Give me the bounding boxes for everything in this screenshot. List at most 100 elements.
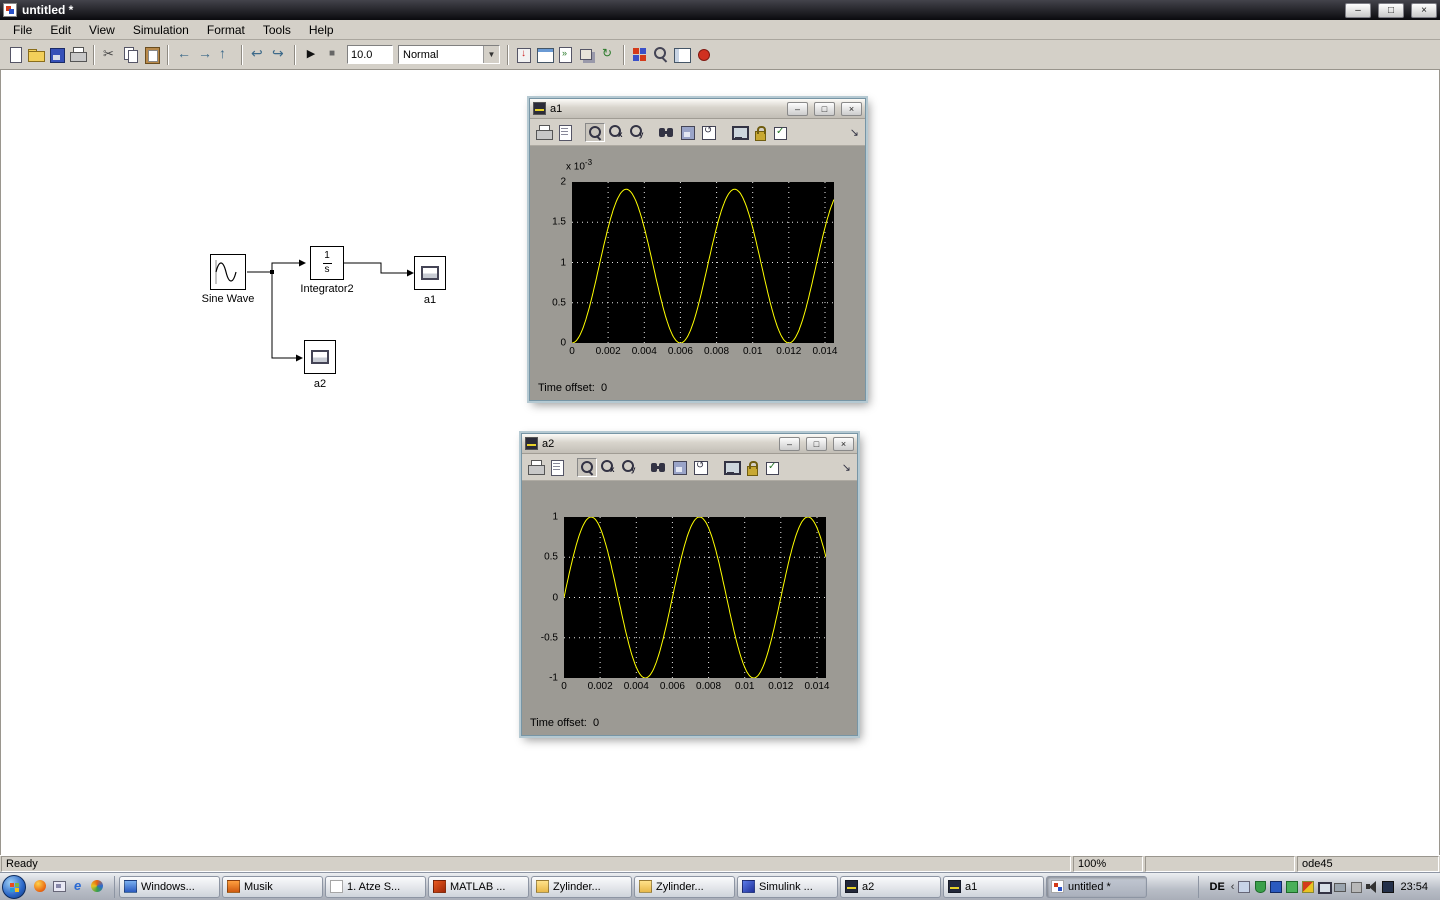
menu-edit[interactable]: Edit xyxy=(41,21,80,39)
dock-scope-icon[interactable]: ↘ xyxy=(842,461,853,474)
debug-model-icon[interactable] xyxy=(693,45,713,64)
minimize-button[interactable]: – xyxy=(787,102,808,116)
taskbar-button-musik[interactable]: Musik xyxy=(222,876,323,898)
taskbar-button-zylinder[interactable]: Zylinder... xyxy=(531,876,632,898)
save-icon[interactable] xyxy=(47,45,67,64)
start-button[interactable] xyxy=(2,875,26,899)
maximize-button[interactable]: □ xyxy=(1378,3,1404,18)
copy-icon[interactable] xyxy=(121,45,141,64)
print-icon[interactable] xyxy=(526,458,546,477)
menu-format[interactable]: Format xyxy=(198,21,254,39)
generate-code-icon[interactable] xyxy=(556,45,576,64)
parameters-icon[interactable] xyxy=(555,123,575,142)
eject-icon[interactable] xyxy=(1349,880,1362,893)
print-icon[interactable] xyxy=(68,45,88,64)
tray-chevron-icon[interactable]: ‹ xyxy=(1231,881,1235,893)
menu-view[interactable]: View xyxy=(80,21,124,39)
chevron-down-icon[interactable]: ▼ xyxy=(483,46,499,63)
scope-window-a2[interactable]: a2 – □ × ↘ -1-0.500.51 00.0020.0040.0060… xyxy=(521,433,858,736)
firefox-icon[interactable] xyxy=(32,878,49,895)
up-icon[interactable] xyxy=(216,45,236,64)
block-scope-a2[interactable] xyxy=(304,340,336,374)
language-indicator[interactable]: DE xyxy=(1207,881,1228,893)
taskbar-button-1-atze-s[interactable]: 1. Atze S... xyxy=(325,876,426,898)
battery-icon[interactable] xyxy=(1333,880,1346,893)
block-scope-a1[interactable] xyxy=(414,256,446,290)
signal-select-icon[interactable] xyxy=(771,123,791,142)
scope-window-a1[interactable]: a1 – □ × ↘ x 10-3 00.511.52 00.0020.0040… xyxy=(529,98,866,401)
paste-icon[interactable] xyxy=(142,45,162,64)
close-button[interactable]: × xyxy=(1411,3,1437,18)
simulation-mode-select[interactable]: Normal ▼ xyxy=(398,45,500,64)
lock-icon[interactable] xyxy=(750,123,770,142)
show-desktop-icon[interactable] xyxy=(51,878,68,895)
zoom-y-icon[interactable] xyxy=(619,458,639,477)
scope-titlebar[interactable]: a1 – □ × xyxy=(530,99,865,119)
sync-icon[interactable] xyxy=(1285,880,1298,893)
undo-icon[interactable] xyxy=(248,45,268,64)
floating-icon[interactable] xyxy=(729,123,749,142)
simulation-stop-time-input[interactable] xyxy=(347,45,393,64)
close-button[interactable]: × xyxy=(841,102,862,116)
menu-help[interactable]: Help xyxy=(300,21,343,39)
save-axes-icon[interactable] xyxy=(678,123,698,142)
zoom-x-icon[interactable] xyxy=(606,123,626,142)
new-icon[interactable] xyxy=(5,45,25,64)
floating-icon[interactable] xyxy=(721,458,741,477)
main-titlebar[interactable]: untitled * – □ × xyxy=(0,0,1440,20)
taskbar-button-a1[interactable]: a1 xyxy=(943,876,1044,898)
library-stack-icon[interactable] xyxy=(577,45,597,64)
maximize-button[interactable]: □ xyxy=(806,437,827,451)
minimize-button[interactable]: – xyxy=(1345,3,1371,18)
menu-file[interactable]: File xyxy=(4,21,41,39)
taskbar-button-simulink[interactable]: Simulink ... xyxy=(737,876,838,898)
clock[interactable]: 23:54 xyxy=(1397,881,1434,893)
redo-icon[interactable] xyxy=(269,45,289,64)
cut-icon[interactable] xyxy=(100,45,120,64)
scope-plot-area[interactable] xyxy=(572,182,834,343)
taskbar-button-a2[interactable]: a2 xyxy=(840,876,941,898)
shield-icon[interactable] xyxy=(1253,880,1266,893)
menu-tools[interactable]: Tools xyxy=(254,21,300,39)
model-canvas[interactable]: Sine Wave 1 s Integrator2 a1 a2 a1 xyxy=(0,70,1440,855)
zoom-x-icon[interactable] xyxy=(598,458,618,477)
parameters-icon[interactable] xyxy=(547,458,567,477)
zoom-icon[interactable] xyxy=(577,458,597,477)
screen-icon[interactable] xyxy=(1381,880,1394,893)
forward-icon[interactable] xyxy=(195,45,215,64)
network-icon[interactable] xyxy=(1237,880,1250,893)
zoom-y-icon[interactable] xyxy=(627,123,647,142)
block-sine-wave[interactable] xyxy=(210,254,246,290)
restore-axes-icon[interactable] xyxy=(691,458,711,477)
back-icon[interactable] xyxy=(174,45,194,64)
color-icon[interactable] xyxy=(1301,880,1314,893)
restore-axes-icon[interactable] xyxy=(699,123,719,142)
maximize-button[interactable]: □ xyxy=(814,102,835,116)
lock-icon[interactable] xyxy=(742,458,762,477)
library-browser-icon[interactable] xyxy=(630,45,650,64)
dock-scope-icon[interactable]: ↘ xyxy=(850,126,861,139)
media-player-icon[interactable] xyxy=(89,878,106,895)
taskbar-button-untitled[interactable]: untitled * xyxy=(1046,876,1147,898)
internet-explorer-icon[interactable] xyxy=(70,878,87,895)
print-icon[interactable] xyxy=(534,123,554,142)
display-icon[interactable] xyxy=(1269,880,1282,893)
refresh-icon[interactable] xyxy=(598,45,618,64)
block-integrator[interactable]: 1 s xyxy=(310,246,344,280)
update-diagram-icon[interactable] xyxy=(514,45,534,64)
taskbar-button-matlab[interactable]: MATLAB ... xyxy=(428,876,529,898)
model-explorer-icon[interactable] xyxy=(535,45,555,64)
minimize-button[interactable]: – xyxy=(779,437,800,451)
taskbar-button-windows[interactable]: Windows... xyxy=(119,876,220,898)
scope-plot-area[interactable] xyxy=(564,517,826,678)
signal-select-icon[interactable] xyxy=(763,458,783,477)
model-browser-icon[interactable] xyxy=(672,45,692,64)
zoom-icon[interactable] xyxy=(585,123,605,142)
taskbar-button-zylinder[interactable]: Zylinder... xyxy=(634,876,735,898)
autoscale-icon[interactable] xyxy=(657,123,677,142)
find-system-icon[interactable] xyxy=(651,45,671,64)
start-simulation-button[interactable]: ▶ xyxy=(301,45,321,64)
autoscale-icon[interactable] xyxy=(649,458,669,477)
scope-titlebar[interactable]: a2 – □ × xyxy=(522,434,857,454)
volume-icon[interactable] xyxy=(1365,880,1378,893)
